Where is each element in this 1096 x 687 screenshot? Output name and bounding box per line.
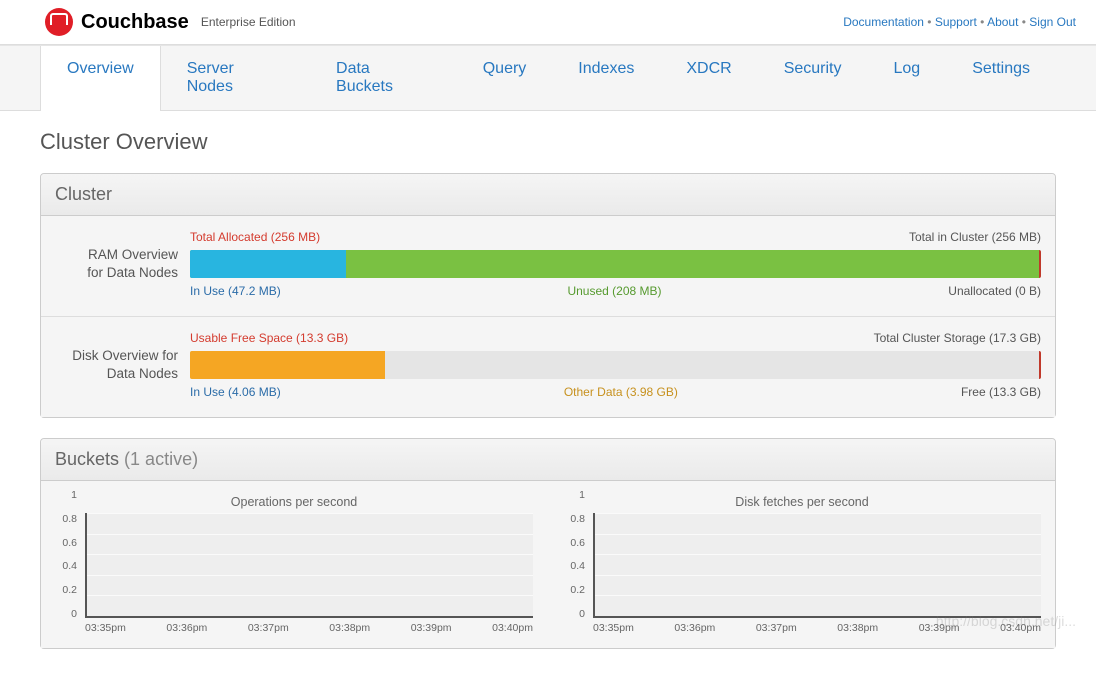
main-nav: Overview Server Nodes Data Buckets Query…: [0, 45, 1096, 111]
link-about[interactable]: About: [987, 15, 1018, 29]
ram-overview-row: RAM Overview for Data Nodes Total Alloca…: [41, 216, 1055, 317]
link-documentation[interactable]: Documentation: [843, 15, 924, 29]
link-sign-out[interactable]: Sign Out: [1029, 15, 1076, 29]
tab-log[interactable]: Log: [867, 46, 946, 110]
chart-ops-per-second: Operations per second 00.20.40.60.81 03:…: [55, 495, 533, 634]
tab-query[interactable]: Query: [457, 46, 553, 110]
ram-overview-label: RAM Overview for Data Nodes: [55, 228, 190, 300]
ram-in-use: In Use (47.2 MB): [190, 284, 281, 298]
chart-ops-y-labels: 00.20.40.60.81: [55, 495, 81, 614]
brand: Couchbase Enterprise Edition: [45, 8, 296, 36]
chart-ops-title: Operations per second: [55, 495, 533, 509]
buckets-subtitle: (1 active): [124, 449, 198, 469]
cluster-panel-title: Cluster: [41, 174, 1055, 216]
buckets-panel: Buckets (1 active) Operations per second…: [40, 438, 1056, 649]
brand-name: Couchbase: [81, 11, 189, 34]
chart-disk-x-labels: 03:35pm03:36pm03:37pm03:38pm03:39pm03:40…: [593, 618, 1041, 634]
disk-in-use: In Use (4.06 MB): [190, 385, 281, 399]
couchbase-logo-icon: [45, 8, 73, 36]
link-support[interactable]: Support: [935, 15, 977, 29]
brand-edition: Enterprise Edition: [201, 15, 296, 29]
ram-total-cluster: Total in Cluster (256 MB): [909, 230, 1041, 244]
tab-settings[interactable]: Settings: [946, 46, 1056, 110]
disk-overview-label: Disk Overview for Data Nodes: [55, 329, 190, 401]
chart-disk-fetches: Disk fetches per second 00.20.40.60.81 0…: [563, 495, 1041, 634]
header-bar: Couchbase Enterprise Edition Documentati…: [0, 0, 1096, 45]
tab-overview[interactable]: Overview: [40, 46, 161, 111]
tab-security[interactable]: Security: [758, 46, 868, 110]
tab-server-nodes[interactable]: Server Nodes: [161, 46, 310, 110]
ram-bar-inuse: [190, 250, 346, 278]
chart-ops-area: [85, 513, 533, 618]
buckets-title: Buckets: [55, 449, 119, 469]
page-title: Cluster Overview: [40, 129, 1056, 155]
cluster-panel: Cluster RAM Overview for Data Nodes Tota…: [40, 173, 1056, 418]
disk-total-storage: Total Cluster Storage (17.3 GB): [874, 331, 1041, 345]
chart-disk-y-labels: 00.20.40.60.81: [563, 495, 589, 614]
disk-bar-inuse: [190, 351, 385, 379]
header-links: Documentation • Support • About • Sign O…: [843, 15, 1076, 29]
buckets-panel-header: Buckets (1 active): [41, 439, 1055, 481]
ram-unused: Unused (208 MB): [281, 284, 949, 298]
chart-ops-x-labels: 03:35pm03:36pm03:37pm03:38pm03:39pm03:40…: [85, 618, 533, 634]
ram-usage-bar: [190, 250, 1041, 278]
tab-indexes[interactable]: Indexes: [552, 46, 660, 110]
tab-data-buckets[interactable]: Data Buckets: [310, 46, 457, 110]
buckets-charts: Operations per second 00.20.40.60.81 03:…: [41, 481, 1055, 648]
chart-disk-area: [593, 513, 1041, 618]
disk-other-data: Other Data (3.98 GB): [281, 385, 961, 399]
disk-usage-bar: [190, 351, 1041, 379]
main-content: Cluster Overview Cluster RAM Overview fo…: [0, 111, 1096, 687]
ram-unallocated: Unallocated (0 B): [948, 284, 1041, 298]
chart-disk-title: Disk fetches per second: [563, 495, 1041, 509]
disk-overview-row: Disk Overview for Data Nodes Usable Free…: [41, 317, 1055, 417]
disk-usable-free: Usable Free Space (13.3 GB): [190, 331, 348, 345]
tab-xdcr[interactable]: XDCR: [660, 46, 757, 110]
ram-total-allocated: Total Allocated (256 MB): [190, 230, 320, 244]
disk-free: Free (13.3 GB): [961, 385, 1041, 399]
